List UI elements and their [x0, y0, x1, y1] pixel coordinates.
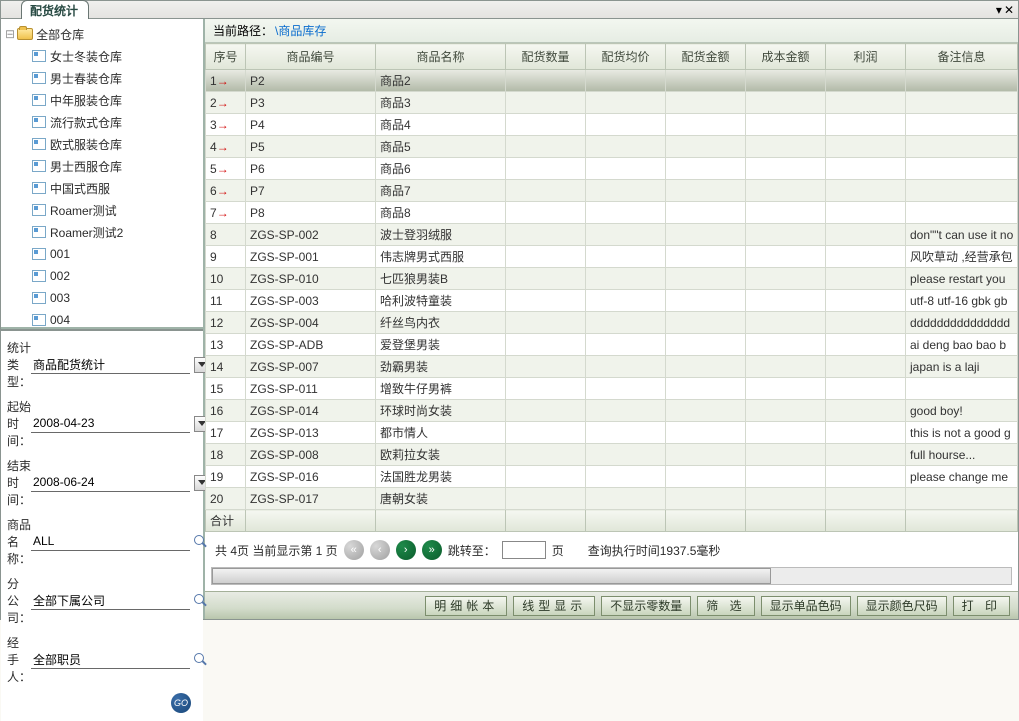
- pager-status: 共 4页 当前显示第 1 页: [215, 542, 338, 559]
- right-panel: 当前路径： \商品库存 序号商品编号商品名称配货数量配货均价配货金额成本金额利润…: [205, 19, 1018, 619]
- column-header[interactable]: 商品名称: [376, 44, 506, 70]
- grid-container[interactable]: 序号商品编号商品名称配货数量配货均价配货金额成本金额利润备注信息 1→P2商品2…: [205, 43, 1018, 533]
- table-row[interactable]: 5→P6商品6: [206, 158, 1018, 180]
- tree-item[interactable]: 002: [3, 265, 201, 287]
- table-row[interactable]: 10ZGS-SP-010七匹狼男装Bplease restart you: [206, 268, 1018, 290]
- column-header[interactable]: 成本金额: [746, 44, 826, 70]
- pager-next-button[interactable]: ›: [396, 540, 416, 560]
- product-search-icon[interactable]: [194, 533, 208, 551]
- column-header[interactable]: 配货均价: [586, 44, 666, 70]
- pager-prev-button[interactable]: ‹: [370, 540, 390, 560]
- pager-first-button[interactable]: «: [344, 540, 364, 560]
- action-button[interactable]: 筛 选: [697, 596, 754, 616]
- filter-panel: 统计类型： 起始时间： 结束时间： 商品名称： 分 公 司： 经 手 人： GO: [1, 331, 203, 721]
- pager-page-suffix: 页: [552, 542, 564, 559]
- company-label: 分 公 司：: [7, 575, 31, 626]
- column-header[interactable]: 配货金额: [666, 44, 746, 70]
- close-icon[interactable]: ✕: [1004, 3, 1014, 17]
- warehouse-tree[interactable]: ⊟全部仓库女士冬装仓库男士春装仓库中年服装仓库流行款式仓库欧式服装仓库男士西服仓…: [1, 19, 203, 329]
- tree-item[interactable]: 中年服装仓库: [3, 89, 201, 111]
- action-button[interactable]: 明细帐本: [425, 596, 507, 616]
- tree-item[interactable]: 中国式西服: [3, 177, 201, 199]
- staff-search-icon[interactable]: [194, 651, 208, 669]
- table-row[interactable]: 12ZGS-SP-004纤丝鸟内衣ddddddddddddddd: [206, 312, 1018, 334]
- table-row[interactable]: 11ZGS-SP-003哈利波特童装utf-8 utf-16 gbk gb: [206, 290, 1018, 312]
- stat-type-label: 统计类型：: [7, 339, 31, 390]
- tree-item[interactable]: 男士春装仓库: [3, 67, 201, 89]
- table-row[interactable]: 7→P8商品8: [206, 202, 1018, 224]
- start-label: 起始时间：: [7, 398, 31, 449]
- action-button[interactable]: 显示单品色码: [761, 596, 851, 616]
- pager-jump-input[interactable]: [502, 541, 546, 559]
- table-row[interactable]: 8ZGS-SP-002波士登羽绒服don""t can use it no: [206, 224, 1018, 246]
- pager-last-button[interactable]: »: [422, 540, 442, 560]
- column-header[interactable]: 序号: [206, 44, 246, 70]
- window-tab[interactable]: 配货统计: [21, 0, 89, 19]
- tree-root[interactable]: ⊟全部仓库: [3, 23, 201, 45]
- tree-item[interactable]: Roamer测试: [3, 199, 201, 221]
- stat-type-select[interactable]: [31, 355, 190, 374]
- minimize-icon[interactable]: ▾: [996, 3, 1002, 17]
- pager-jump-label: 跳转至：: [448, 542, 496, 559]
- tree-item[interactable]: 女士冬装仓库: [3, 45, 201, 67]
- table-row[interactable]: 9ZGS-SP-001伟志牌男式西服风吹草动 ,经营承包: [206, 246, 1018, 268]
- left-panel: ⊟全部仓库女士冬装仓库男士春装仓库中年服装仓库流行款式仓库欧式服装仓库男士西服仓…: [1, 19, 205, 619]
- staff-input[interactable]: [31, 650, 190, 669]
- pager-exec-time: 查询执行时间1937.5毫秒: [588, 542, 721, 559]
- column-header[interactable]: 利润: [826, 44, 906, 70]
- end-label: 结束时间：: [7, 457, 31, 508]
- go-button[interactable]: GO: [171, 693, 191, 713]
- end-date-input[interactable]: [31, 473, 190, 492]
- table-row[interactable]: 6→P7商品7: [206, 180, 1018, 202]
- table-row[interactable]: 13ZGS-SP-ADB爱登堡男装ai deng bao bao b: [206, 334, 1018, 356]
- column-header[interactable]: 商品编号: [246, 44, 376, 70]
- data-grid: 序号商品编号商品名称配货数量配货均价配货金额成本金额利润备注信息 1→P2商品2…: [205, 43, 1018, 532]
- product-name-label: 商品名称：: [7, 516, 31, 567]
- action-button[interactable]: 线型显示: [513, 596, 595, 616]
- company-search-icon[interactable]: [194, 592, 208, 610]
- breadcrumb-link[interactable]: \商品库存: [275, 22, 326, 39]
- table-row[interactable]: 19ZGS-SP-016法国胜龙男装please change me: [206, 466, 1018, 488]
- table-row[interactable]: 18ZGS-SP-008欧莉拉女装full hourse...: [206, 444, 1018, 466]
- table-row[interactable]: 17ZGS-SP-013都市情人this is not a good g: [206, 422, 1018, 444]
- action-button[interactable]: 不显示零数量: [601, 596, 691, 616]
- table-row[interactable]: 20ZGS-SP-017唐朝女装: [206, 488, 1018, 510]
- horizontal-scrollbar[interactable]: [211, 567, 1012, 585]
- tree-item[interactable]: Roamer测试2: [3, 221, 201, 243]
- tree-item[interactable]: 流行款式仓库: [3, 111, 201, 133]
- column-header[interactable]: 备注信息: [906, 44, 1018, 70]
- footer-total-label: 合计: [206, 510, 246, 532]
- table-row[interactable]: 16ZGS-SP-014环球时尚女装good boy!: [206, 400, 1018, 422]
- table-row[interactable]: 2→P3商品3: [206, 92, 1018, 114]
- app-window: 配货统计 ▾ ✕ ⊟全部仓库女士冬装仓库男士春装仓库中年服装仓库流行款式仓库欧式…: [0, 0, 1019, 620]
- product-name-input[interactable]: [31, 532, 190, 551]
- table-row[interactable]: 4→P5商品5: [206, 136, 1018, 158]
- titlebar: 配货统计 ▾ ✕: [1, 1, 1018, 19]
- table-row[interactable]: 14ZGS-SP-007劲霸男装japan is a laji: [206, 356, 1018, 378]
- tree-item[interactable]: 003: [3, 287, 201, 309]
- company-input[interactable]: [31, 591, 190, 610]
- start-date-input[interactable]: [31, 414, 190, 433]
- tree-item[interactable]: 004: [3, 309, 201, 329]
- tree-item[interactable]: 001: [3, 243, 201, 265]
- action-button[interactable]: 显示颜色尺码: [857, 596, 947, 616]
- tree-item[interactable]: 欧式服装仓库: [3, 133, 201, 155]
- breadcrumb: 当前路径： \商品库存: [205, 19, 1018, 43]
- staff-label: 经 手 人：: [7, 634, 31, 685]
- pager: 共 4页 当前显示第 1 页 « ‹ › » 跳转至： 页 查询执行时间1937…: [205, 533, 1018, 567]
- button-bar: 明细帐本线型显示不显示零数量筛 选显示单品色码显示颜色尺码打 印: [205, 591, 1018, 619]
- action-button[interactable]: 打 印: [953, 596, 1010, 616]
- breadcrumb-label: 当前路径：: [213, 22, 273, 39]
- column-header[interactable]: 配货数量: [506, 44, 586, 70]
- tree-item[interactable]: 男士西服仓库: [3, 155, 201, 177]
- table-row[interactable]: 15ZGS-SP-011增致牛仔男裤: [206, 378, 1018, 400]
- table-row[interactable]: 3→P4商品4: [206, 114, 1018, 136]
- table-row[interactable]: 1→P2商品2: [206, 70, 1018, 92]
